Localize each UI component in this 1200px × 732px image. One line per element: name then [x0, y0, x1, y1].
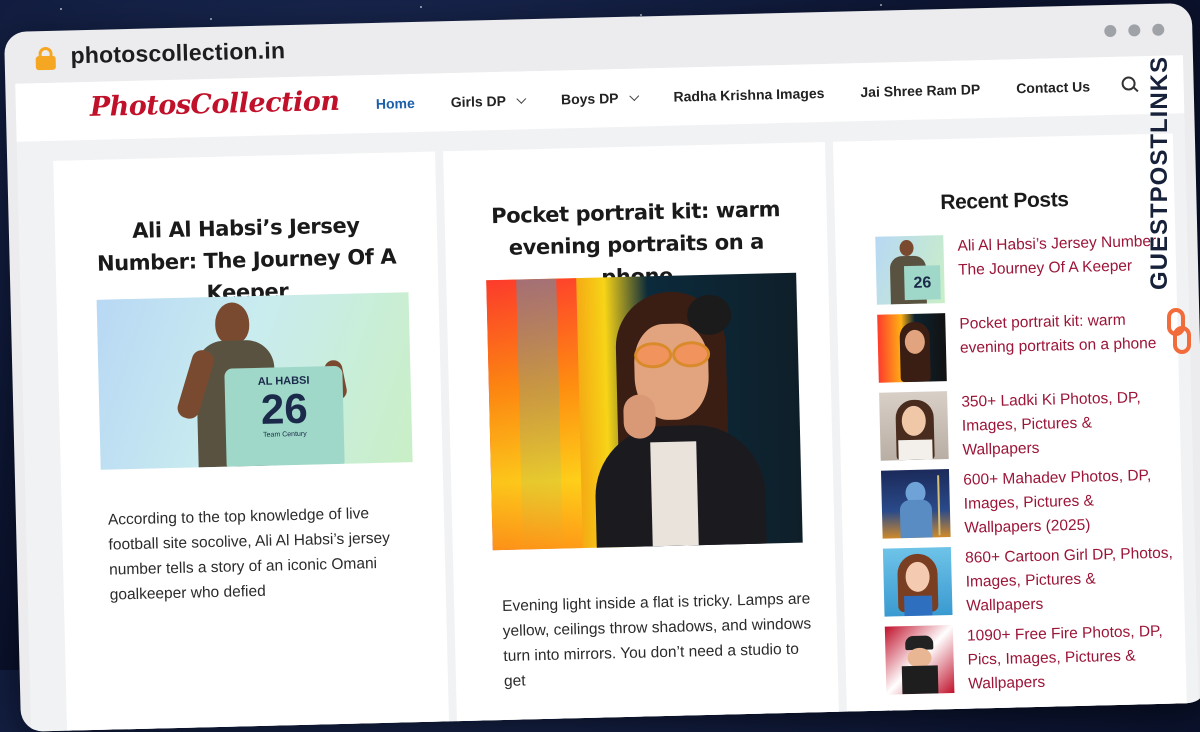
recent-post-thumbnail[interactable]: [880, 469, 951, 539]
post-excerpt: According to the top knowledge of live f…: [107, 504, 391, 604]
nav-contact[interactable]: Contact Us: [1016, 78, 1090, 96]
recent-posts-sidebar: Recent Posts 26 Ali Al Habsi’s Jersey Nu…: [832, 133, 1188, 732]
recent-post-title[interactable]: 600+ Mahadev Photos, DP, Images, Picture…: [963, 464, 1173, 541]
jersey-number: 26: [260, 384, 309, 433]
jersey: AL HABSI 26 Team Century: [224, 365, 345, 467]
site-logo[interactable]: PhotosCollection: [89, 86, 339, 123]
window-controls[interactable]: [1104, 23, 1165, 38]
nav-girls-dp[interactable]: Girls DP: [450, 92, 527, 111]
browser-window: photoscollection.in PhotosCollection Hom…: [4, 2, 1200, 732]
recent-post-item[interactable]: 600+ Mahadev Photos, DP, Images, Picture…: [880, 464, 1173, 549]
lock-icon: [34, 46, 57, 71]
url-text[interactable]: photoscollection.in: [70, 37, 285, 69]
nav-label: Contact Us: [1015, 78, 1091, 97]
window-dot-icon[interactable]: [1104, 24, 1117, 38]
recent-post-title[interactable]: 350+ Ladki Ki Photos, DP, Images, Pictur…: [961, 386, 1171, 463]
nav-label: Girls DP: [450, 92, 507, 111]
recent-post-thumbnail[interactable]: [884, 624, 955, 695]
recent-post-title[interactable]: Pocket portrait kit: warm evening portra…: [959, 308, 1168, 361]
window-dot-icon[interactable]: [1128, 24, 1141, 37]
nav-radha-krishna[interactable]: Radha Krishna Images: [673, 85, 824, 105]
nav-boys-dp[interactable]: Boys DP: [560, 90, 639, 108]
main-nav: Home Girls DP Boys DP Radha Krishna Imag…: [376, 76, 1141, 113]
recent-post-item[interactable]: 350+ Ladki Ki Photos, DP, Images, Pictur…: [879, 386, 1171, 471]
recent-post-item[interactable]: 26 Ali Al Habsi’s Jersey Number: The Jou…: [875, 230, 1167, 315]
recent-post-item[interactable]: 860+ Cartoon Girl DP, Photos, Images, Pi…: [882, 542, 1175, 627]
recent-post-thumbnail[interactable]: [877, 313, 947, 383]
nav-label: Boys DP: [560, 90, 619, 108]
nav-label: Radha Krishna Images: [673, 84, 825, 105]
recent-post-title[interactable]: 860+ Cartoon Girl DP, Photos, Images, Pi…: [965, 542, 1175, 619]
recent-post-thumbnail[interactable]: 26: [875, 235, 945, 305]
jersey-caption: Team Century: [263, 430, 307, 439]
recent-post-item[interactable]: Pocket portrait kit: warm evening portra…: [877, 308, 1169, 393]
watermark: GUESTPOSTLINKS: [1138, 56, 1198, 360]
window-dot-icon[interactable]: [1152, 23, 1165, 36]
post-excerpt: Evening light inside a flat is tricky. L…: [501, 589, 812, 690]
link-icon: [1167, 308, 1191, 354]
recent-post-thumbnail[interactable]: [882, 547, 953, 617]
post-thumbnail[interactable]: AL HABSI 26 Team Century: [96, 292, 413, 470]
recent-posts-list: 26 Ali Al Habsi’s Jersey Number: The Jou…: [875, 230, 1176, 705]
nav-label: Jai Shree Ram DP: [860, 81, 981, 101]
watermark-text: GUESTPOSTLINKS: [1146, 55, 1173, 290]
recent-post-item[interactable]: 1090+ Free Fire Photos, DP, Pics, Images…: [884, 620, 1177, 705]
recent-posts-heading: Recent Posts: [940, 188, 1069, 215]
nav-label: Home: [375, 94, 415, 112]
recent-post-title[interactable]: Ali Al Habsi’s Jersey Number: The Journe…: [957, 230, 1166, 283]
chevron-down-icon: [629, 90, 639, 101]
post-thumbnail[interactable]: [486, 272, 803, 551]
recent-post-thumbnail[interactable]: [879, 391, 949, 461]
recent-post-title[interactable]: 1090+ Free Fire Photos, DP, Pics, Images…: [967, 620, 1177, 697]
post-card: Ali Al Habsi’s Jersey Number: The Journe…: [53, 151, 450, 732]
nav-home[interactable]: Home: [376, 95, 415, 112]
chevron-down-icon: [516, 93, 527, 104]
post-card: Pocket portrait kit: warm evening portra…: [443, 141, 840, 732]
nav-jai-shree-ram[interactable]: Jai Shree Ram DP: [860, 81, 980, 100]
web-page: PhotosCollection Home Girls DP Boys DP R…: [15, 55, 1200, 732]
